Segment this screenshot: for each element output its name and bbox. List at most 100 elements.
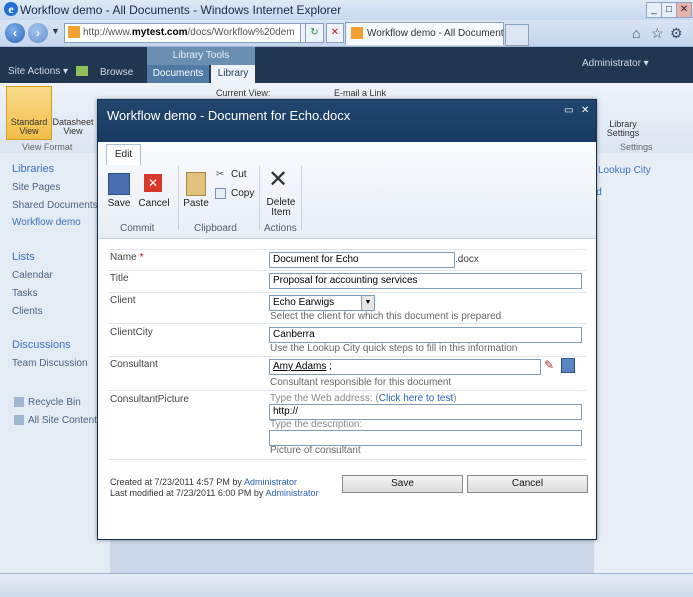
copy-button[interactable]: Copy <box>231 188 254 199</box>
ribbon-separator <box>301 166 302 230</box>
library-tools-label: Library Tools <box>147 47 255 65</box>
favorites-icon[interactable]: ☆ <box>651 25 664 42</box>
form-divider <box>108 390 586 391</box>
user-menu[interactable]: Administrator ▾ <box>582 58 649 69</box>
name-label: Name * <box>110 252 144 263</box>
delete-icon: ✕ <box>268 166 289 193</box>
edit-properties-dialog: Workflow demo - Document for Echo.docx ▭… <box>97 99 597 540</box>
name-input[interactable]: Document for Echo <box>269 252 455 268</box>
nav-tasks[interactable]: Tasks <box>12 288 38 299</box>
address-domain: mytest.com <box>131 27 188 38</box>
library-settings-button[interactable]: Library Settings <box>603 120 643 138</box>
close-window-button[interactable]: ✕ <box>676 2 692 18</box>
nav-clients[interactable]: Clients <box>12 306 43 317</box>
home-icon[interactable]: ⌂ <box>632 25 640 41</box>
site-favicon-icon <box>68 26 80 39</box>
browse-address-book-icon[interactable] <box>561 358 575 373</box>
cancel-ribbon-button[interactable]: Cancel <box>138 198 170 209</box>
dialog-ribbon <box>98 142 596 239</box>
tab-library[interactable]: Library <box>211 65 255 83</box>
new-tab-button[interactable] <box>505 24 529 46</box>
nav-site-pages[interactable]: Site Pages <box>12 182 60 193</box>
window-title: Workflow demo - All Documents - Windows … <box>20 3 342 17</box>
dialog-close-icon[interactable]: ✕ <box>581 105 589 116</box>
client-label: Client <box>110 295 136 306</box>
modified-by-link[interactable]: Administrator <box>265 488 318 498</box>
picture-description-input[interactable] <box>269 430 582 446</box>
address-path: /docs/Workflow%20dem <box>187 27 295 38</box>
nav-all-site-content[interactable]: All Site Content <box>28 415 97 426</box>
recycle-bin-icon <box>14 397 24 407</box>
site-actions-menu[interactable]: Site Actions ▾ <box>8 66 68 77</box>
history-dropdown-icon[interactable]: ▼ <box>51 26 60 36</box>
test-link[interactable]: Click here to test <box>379 393 453 404</box>
browser-tab[interactable]: Workflow demo - All Documents ✖ <box>345 22 504 45</box>
consultantpicture-label: ConsultantPicture <box>110 394 189 405</box>
tab-documents[interactable]: Documents <box>147 65 209 83</box>
consultant-label: Consultant <box>110 359 158 370</box>
browser-statusbar <box>0 573 693 597</box>
settings-group-label: Settings <box>620 142 653 152</box>
save-ribbon-button[interactable]: Save <box>104 198 134 209</box>
delete-item-button[interactable]: Delete Item <box>263 198 299 218</box>
title-input[interactable]: Proposal for accounting services <box>269 273 582 289</box>
consultant-people-picker[interactable]: Amy Adams ; <box>269 359 541 375</box>
commit-group-label: Commit <box>120 223 155 234</box>
client-select[interactable]: Echo Earwigs ▼ <box>269 295 375 311</box>
client-select-value: Echo Earwigs <box>273 297 335 308</box>
cut-icon: ✂ <box>216 169 225 180</box>
paste-icon <box>186 172 206 196</box>
address-bar[interactable]: http://www.mytest.com/docs/Workflow%20de… <box>64 23 302 43</box>
title-label: Title <box>110 273 129 284</box>
back-button[interactable]: ‹ <box>5 23 25 43</box>
datasheet-view-label[interactable]: Datasheet View <box>51 118 95 136</box>
picture-url-input[interactable]: http:// <box>269 404 582 420</box>
tab-browse[interactable]: Browse <box>100 67 133 78</box>
tab-edit[interactable]: Edit <box>106 144 141 165</box>
nav-recycle-bin[interactable]: Recycle Bin <box>28 397 81 408</box>
ie-logo-icon: e <box>4 2 18 16</box>
quick-launch: Libraries Site Pages Shared Documents Wo… <box>0 153 110 573</box>
refresh-button[interactable]: ↻ <box>305 23 324 43</box>
lookup-city-link[interactable]: Lookup City <box>598 165 651 176</box>
form-divider <box>108 459 586 460</box>
consultant-resolved-name[interactable]: Amy Adams <box>273 361 326 372</box>
email-link-button[interactable]: E-mail a Link <box>334 88 386 98</box>
web-address-prompt: Type the Web address: (Click here to tes… <box>270 393 457 404</box>
stop-button[interactable]: ✕ <box>326 23 344 43</box>
nav-team-discussion[interactable]: Team Discussion <box>12 358 88 369</box>
consultant-description: Consultant responsible for this document <box>270 377 452 388</box>
client-description: Select the client for which this documen… <box>270 311 502 322</box>
clientcity-label: ClientCity <box>110 327 153 338</box>
nav-lists-heading[interactable]: Lists <box>12 251 35 263</box>
clipboard-group-label: Clipboard <box>194 223 237 234</box>
list-view-area: Lookup City ld <box>594 153 693 573</box>
clientcity-input[interactable]: Canberra <box>269 327 582 343</box>
all-site-content-icon <box>14 415 24 425</box>
navigate-up-icon[interactable] <box>76 66 88 76</box>
window-titlebar: e Workflow demo - All Documents - Window… <box>0 0 693 21</box>
check-names-icon[interactable]: ✎ <box>544 358 554 372</box>
cut-button[interactable]: Cut <box>231 169 247 180</box>
paste-button[interactable]: Paste <box>182 198 210 209</box>
nav-discussions-heading[interactable]: Discussions <box>12 339 71 351</box>
forward-button[interactable]: › <box>28 23 48 43</box>
nav-workflow-demo[interactable]: Workflow demo <box>12 217 81 228</box>
cancel-button[interactable]: Cancel <box>467 475 588 493</box>
form-divider <box>108 249 586 250</box>
form-divider <box>108 270 586 271</box>
nav-calendar[interactable]: Calendar <box>12 270 53 281</box>
tools-gear-icon[interactable]: ⚙ <box>670 25 683 42</box>
created-by-link[interactable]: Administrator <box>244 477 297 487</box>
copy-icon <box>215 188 226 199</box>
nav-libraries-heading[interactable]: Libraries <box>12 163 54 175</box>
nav-shared-documents[interactable]: Shared Documents <box>12 200 98 211</box>
tab-label: Workflow demo - All Documents <box>367 28 504 39</box>
form-divider <box>108 323 586 324</box>
save-button[interactable]: Save <box>342 475 463 493</box>
dialog-maximize-icon[interactable]: ▭ <box>564 105 573 116</box>
minimize-button[interactable]: _ <box>646 2 662 18</box>
ribbon-separator <box>178 166 179 230</box>
dialog-titlebar: Workflow demo - Document for Echo.docx ▭… <box>98 100 596 142</box>
maximize-button[interactable]: □ <box>661 2 677 18</box>
